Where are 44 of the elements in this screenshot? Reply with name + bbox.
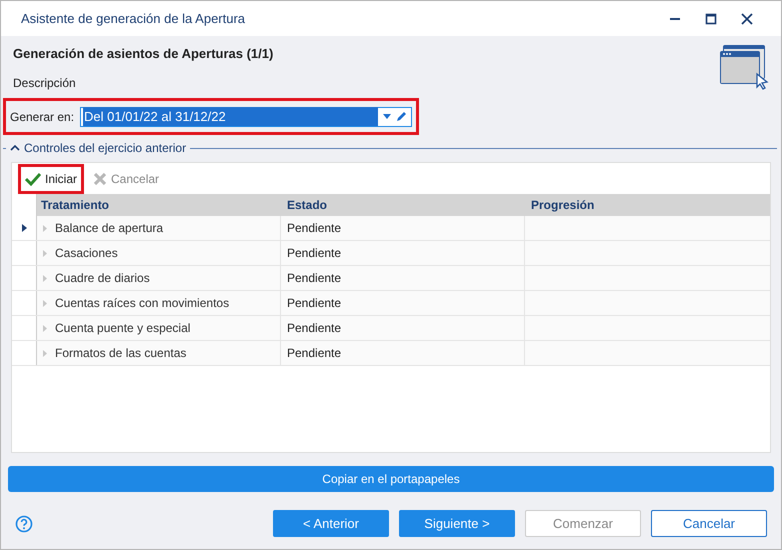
wizard-step-title: Generación de asientos de Aperturas (1/1) xyxy=(13,45,274,63)
wizard-button[interactable]: Comenzar xyxy=(525,510,641,537)
wizard-step-description: Descripción xyxy=(13,74,77,92)
expand-arrow-icon[interactable] xyxy=(43,274,47,282)
wizard-button[interactable]: Cancelar xyxy=(651,510,767,537)
column-header[interactable]: Progresión xyxy=(525,194,770,216)
maximize-icon[interactable] xyxy=(705,12,717,24)
task-name: Balance de apertura xyxy=(55,220,164,237)
task-name: Cuenta puente y especial xyxy=(55,320,190,337)
period-dropdown[interactable]: Del 01/01/22 al 31/12/22 xyxy=(80,106,412,126)
task-name: Casaciones xyxy=(55,245,118,262)
task-status: Pendiente xyxy=(287,345,342,362)
row-selector[interactable] xyxy=(12,216,37,240)
task-name: Cuadre de diarios xyxy=(55,270,150,287)
copy-to-clipboard-button[interactable]: Copiar en el portapapeles xyxy=(8,466,774,492)
field-label: Generar en: xyxy=(10,108,74,126)
close-icon[interactable] xyxy=(741,12,753,24)
column-header[interactable]: Estado xyxy=(281,194,525,216)
expand-arrow-icon[interactable] xyxy=(43,324,47,332)
task-status: Pendiente xyxy=(287,320,342,337)
help-icon[interactable] xyxy=(15,514,33,532)
column-header[interactable]: Tratamiento xyxy=(37,194,281,216)
task-name: Cuentas raíces con movimientos xyxy=(55,295,230,312)
window-title: Asistente de generación de la Apertura xyxy=(21,10,246,28)
expand-arrow-icon[interactable] xyxy=(43,300,47,306)
task-status: Pendiente xyxy=(287,295,342,312)
pencil-icon[interactable] xyxy=(396,111,407,122)
task-status: Pendiente xyxy=(287,245,342,262)
task-name: Formatos de las cuentas xyxy=(55,345,186,362)
collapse-caret-icon[interactable] xyxy=(10,144,20,152)
windows-cursor-icon xyxy=(719,44,769,90)
wizard-button[interactable]: < Anterior xyxy=(273,510,389,537)
group-title: Controles del ejercicio anterior xyxy=(24,140,186,157)
current-row-icon xyxy=(22,224,26,232)
expand-arrow-icon[interactable] xyxy=(43,250,47,256)
task-status: Pendiente xyxy=(287,220,342,237)
task-status: Pendiente xyxy=(287,270,342,287)
dropdown-caret-icon[interactable] xyxy=(382,114,392,120)
cross-icon xyxy=(93,172,108,186)
wizard-button[interactable]: Siguiente > xyxy=(399,510,515,537)
expand-arrow-icon[interactable] xyxy=(43,350,47,356)
start-button[interactable]: Iniciar xyxy=(18,164,84,194)
expand-arrow-icon[interactable] xyxy=(43,224,47,232)
checkmark-icon xyxy=(25,172,41,186)
